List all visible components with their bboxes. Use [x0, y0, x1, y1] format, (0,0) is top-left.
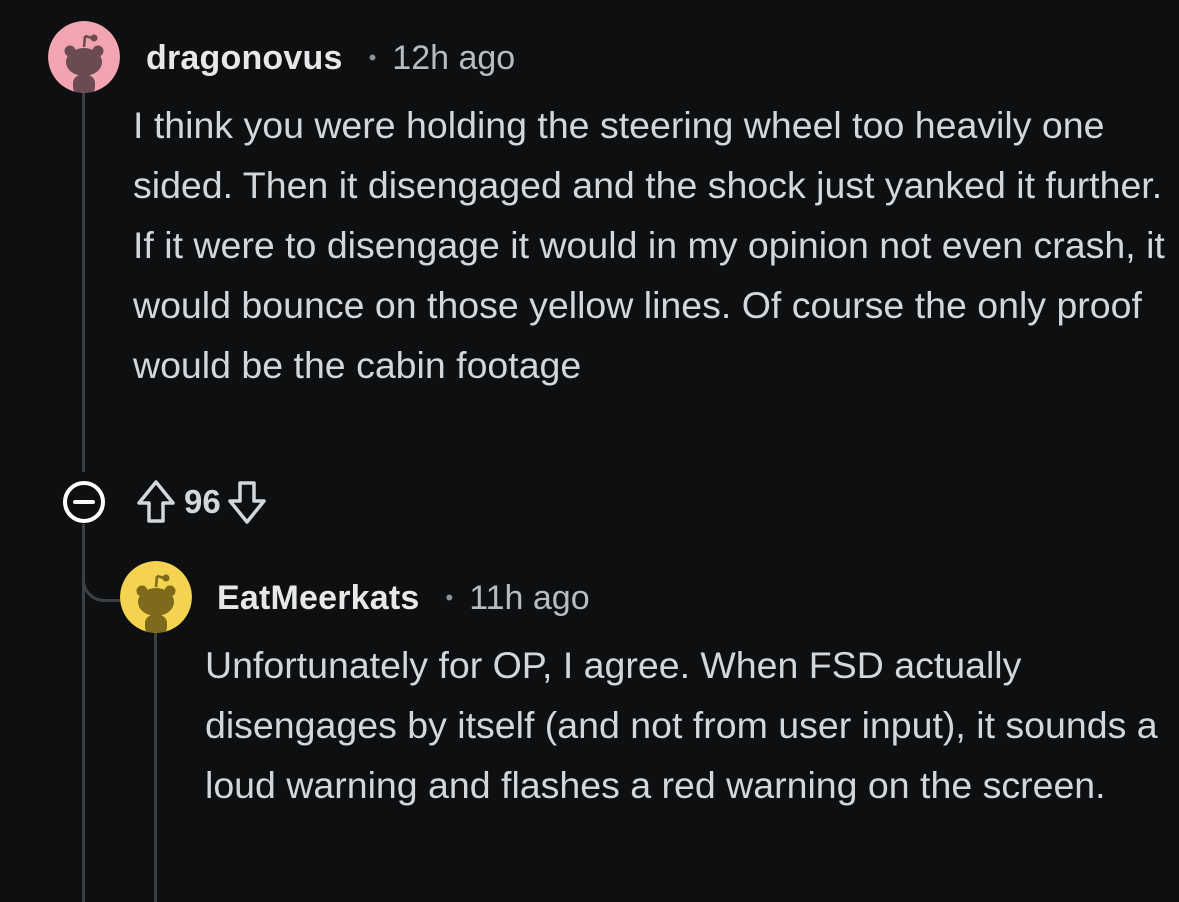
downvote-button[interactable] — [225, 478, 269, 526]
minus-circle-icon — [63, 481, 105, 523]
comment-header: dragonovus • 12h ago — [146, 36, 515, 80]
avatar[interactable] — [48, 21, 120, 93]
comment-timestamp[interactable]: 12h ago — [392, 39, 515, 78]
comment-timestamp[interactable]: 11h ago — [469, 579, 589, 618]
comment-header: EatMeerkats • 11h ago — [217, 576, 590, 620]
thread-line[interactable] — [154, 630, 157, 902]
vote-count: 96 — [184, 483, 221, 520]
reddit-snoo-icon — [48, 21, 120, 93]
separator-dot: • — [445, 585, 454, 610]
avatar[interactable] — [120, 561, 192, 633]
username[interactable]: EatMeerkats — [217, 579, 420, 618]
reddit-snoo-icon — [120, 561, 192, 633]
username[interactable]: dragonovus — [146, 39, 343, 78]
collapse-button[interactable] — [61, 479, 107, 525]
comment-body: Unfortunately for OP, I agree. When FSD … — [205, 644, 1158, 806]
reply-branch-line — [82, 560, 122, 602]
thread-line[interactable] — [82, 88, 85, 472]
separator-dot: • — [368, 45, 377, 70]
comment-thread: dragonovus • 12h ago I think you were ho… — [0, 0, 1179, 902]
arrow-up-icon — [137, 480, 175, 523]
comment-body: I think you were holding the steering wh… — [133, 104, 1165, 386]
upvote-button[interactable] — [134, 478, 178, 526]
arrow-down-icon — [227, 481, 266, 524]
vote-bar: 96 — [134, 478, 269, 526]
